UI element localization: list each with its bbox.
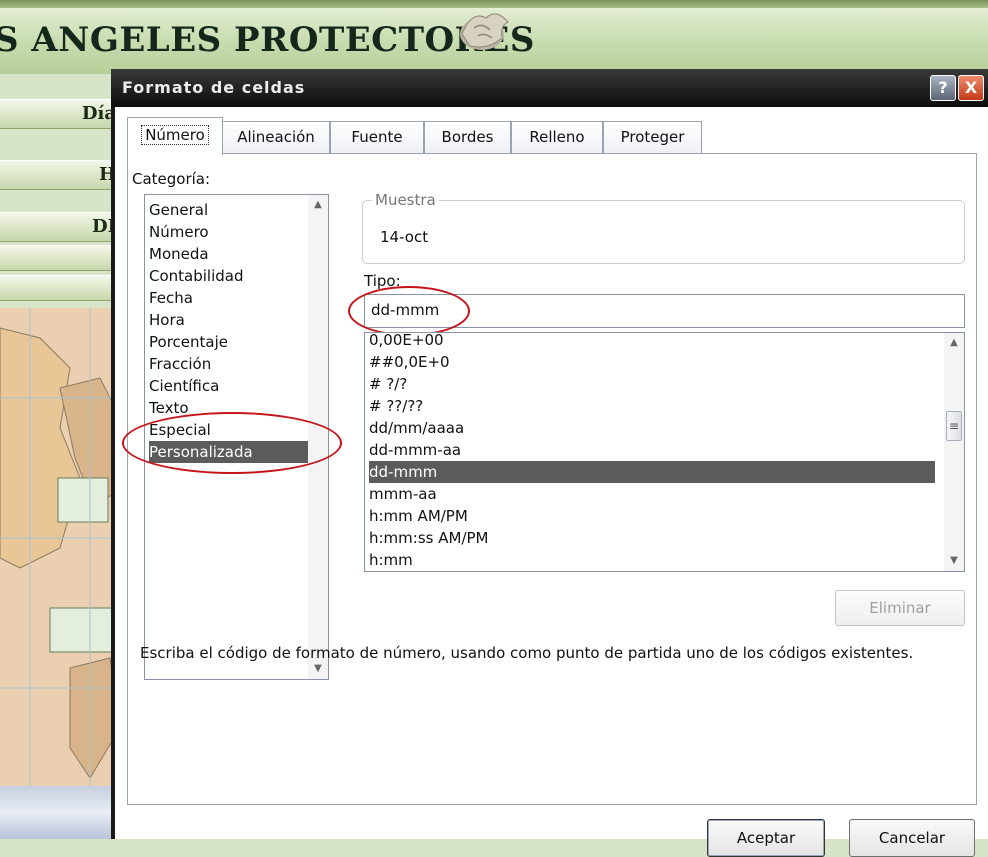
category-item[interactable]: Porcentaje	[149, 331, 319, 353]
format-cells-dialog: Formato de celdas ? X Número Alineación …	[111, 69, 988, 857]
dialog-title: Formato de celdas	[122, 78, 306, 97]
scroll-up-icon[interactable]: ▲	[944, 333, 964, 353]
tab-alineacion[interactable]: Alineación	[222, 121, 330, 153]
category-item[interactable]: Moneda	[149, 243, 319, 265]
type-highlight-circle	[348, 286, 470, 336]
format-item[interactable]: dd-mmm	[369, 461, 935, 483]
tab-panel-numero: Categoría: General Número Moneda Contabilid…	[122, 153, 977, 805]
category-item[interactable]: Fracción	[149, 353, 319, 375]
dialog-body: Número Alineación Fuente Bordes Relleno …	[115, 107, 988, 857]
format-item[interactable]: h:mm:ss AM/PM	[369, 527, 935, 549]
category-item[interactable]: Fecha	[149, 287, 319, 309]
scroll-down-icon[interactable]: ▼	[944, 551, 964, 571]
category-item[interactable]: Hora	[149, 309, 319, 331]
map-illustration	[0, 308, 120, 786]
format-item[interactable]: mmm-aa	[369, 483, 935, 505]
format-item[interactable]: h:mm	[369, 549, 935, 571]
tab-numero[interactable]: Número	[127, 117, 223, 155]
tab-fuente[interactable]: Fuente	[330, 121, 424, 153]
category-item[interactable]: Contabilidad	[149, 265, 319, 287]
category-highlight-circle	[122, 412, 342, 474]
sample-group	[362, 200, 965, 264]
dialog-titlebar[interactable]: Formato de celdas ? X	[111, 69, 988, 107]
format-item[interactable]: 0,00E+00	[369, 333, 935, 351]
format-description: Escriba el código de formato de número, …	[140, 644, 914, 662]
scroll-up-icon[interactable]: ▲	[308, 195, 328, 215]
tab-relleno[interactable]: Relleno	[511, 121, 603, 153]
format-item[interactable]: dd-mmm-aa	[369, 439, 935, 461]
category-item[interactable]: General	[149, 199, 319, 221]
tab-proteger[interactable]: Proteger	[603, 121, 702, 153]
format-item[interactable]: dd/mm/aaaa	[369, 417, 935, 439]
sample-value: 14-oct	[380, 228, 429, 246]
format-item[interactable]: # ?/?	[369, 373, 935, 395]
category-label: Categoría:	[132, 170, 211, 188]
tab-bordes[interactable]: Bordes	[424, 121, 511, 153]
site-header: S ANGELES PROTECTORES	[0, 0, 988, 74]
format-list[interactable]: 0,00E+00 ##0,0E+0 # ?/? # ??/?? dd/mm/aaaa dd…	[364, 332, 965, 572]
map-image	[0, 308, 120, 786]
format-scrollbar[interactable]: ▲ ≡ ▼	[944, 333, 964, 571]
sample-label: Muestra	[372, 191, 439, 209]
angel-icon	[460, 13, 509, 50]
help-button[interactable]: ?	[930, 75, 956, 101]
format-item[interactable]: ##0,0E+0	[369, 351, 935, 373]
delete-button[interactable]: Eliminar	[835, 590, 965, 626]
ok-button[interactable]: Aceptar	[707, 819, 825, 857]
format-item[interactable]: h:mm AM/PM	[369, 505, 935, 527]
close-button[interactable]: X	[958, 75, 984, 101]
site-footer	[0, 786, 120, 839]
category-item[interactable]: Número	[149, 221, 319, 243]
category-item[interactable]: Científica	[149, 375, 319, 397]
scroll-thumb[interactable]: ≡	[946, 411, 962, 441]
format-item[interactable]: # ??/??	[369, 395, 935, 417]
cancel-button[interactable]: Cancelar	[849, 819, 975, 857]
